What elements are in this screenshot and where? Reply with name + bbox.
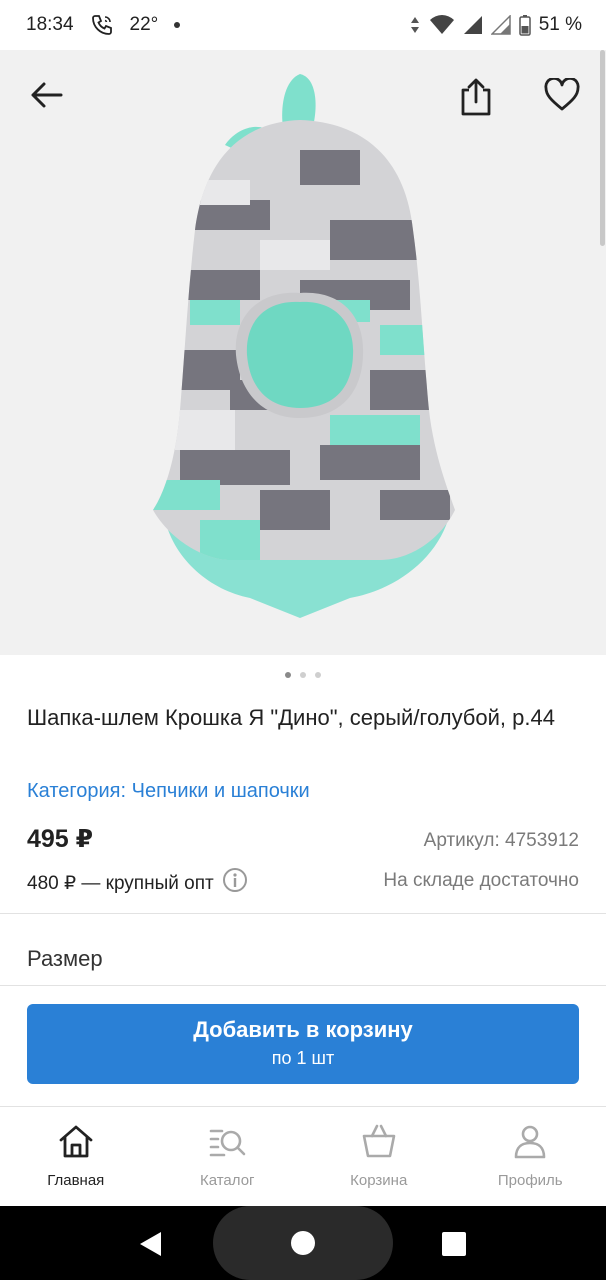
home-icon (57, 1123, 95, 1164)
system-recents-icon[interactable] (441, 1231, 467, 1262)
wifi-icon (429, 15, 455, 35)
pagination-dot[interactable] (300, 672, 306, 678)
info-icon[interactable] (222, 867, 248, 899)
product-image[interactable] (0, 50, 606, 655)
favorite-heart-icon[interactable] (543, 76, 581, 117)
divider (0, 913, 606, 914)
product-sku: Артикул: 4753912 (423, 830, 579, 851)
product-price: 495 ₽ (27, 825, 94, 853)
share-icon[interactable] (457, 76, 495, 123)
system-home-icon[interactable] (290, 1230, 316, 1261)
category-link[interactable]: Категория: Чепчики и шапочки (27, 780, 310, 803)
status-bar: 18:34 22° 51 % (0, 0, 606, 50)
nav-item-catalog[interactable]: Каталог (152, 1107, 304, 1206)
system-navigation-bar (0, 1206, 606, 1280)
back-arrow-icon[interactable] (27, 76, 65, 119)
notification-dot (174, 22, 181, 28)
hat-illustration (153, 74, 455, 618)
bottom-navigation: Главная Каталог Корзина Профиль (0, 1106, 606, 1206)
catalog-search-icon (208, 1123, 246, 1164)
status-temperature: 22° (129, 14, 159, 35)
pagination-dot[interactable] (315, 672, 321, 678)
pagination-dot-active[interactable] (285, 672, 291, 678)
nav-item-cart[interactable]: Корзина (303, 1107, 455, 1206)
nav-label-home: Главная (47, 1172, 105, 1189)
image-pagination (0, 672, 606, 678)
add-to-cart-quantity: по 1 шт (271, 1048, 335, 1068)
nav-label-profile: Профиль (497, 1172, 563, 1189)
add-to-cart-label: Добавить в корзину (193, 1017, 413, 1042)
page-scrollbar[interactable] (600, 50, 605, 246)
wholesale-price-row: 480 ₽ — крупный опт (27, 867, 248, 899)
add-to-cart-button[interactable]: Добавить в корзину по 1 шт (27, 1004, 579, 1084)
product-title: Шапка-шлем Крошка Я "Дино", серый/голубо… (27, 705, 555, 730)
signal-icon (463, 15, 483, 35)
battery-icon (518, 14, 531, 36)
nav-label-cart: Корзина (350, 1172, 408, 1189)
stock-status: На складе достаточно (383, 870, 579, 891)
nav-item-home[interactable]: Главная (0, 1107, 152, 1206)
basket-icon (360, 1123, 398, 1164)
data-transfer-icon (409, 15, 421, 35)
signal-icon-2 (490, 15, 511, 35)
call-icon (90, 13, 114, 37)
status-time: 18:34 (26, 14, 74, 35)
wholesale-price: 480 ₽ — крупный опт (27, 872, 214, 894)
user-icon (511, 1123, 549, 1164)
system-back-icon[interactable] (137, 1230, 163, 1263)
battery-level: 51 % (538, 14, 582, 35)
nav-item-profile[interactable]: Профиль (455, 1107, 606, 1206)
nav-label-catalog: Каталог (199, 1172, 255, 1189)
divider (0, 985, 606, 986)
size-section-label: Размер (27, 946, 103, 971)
